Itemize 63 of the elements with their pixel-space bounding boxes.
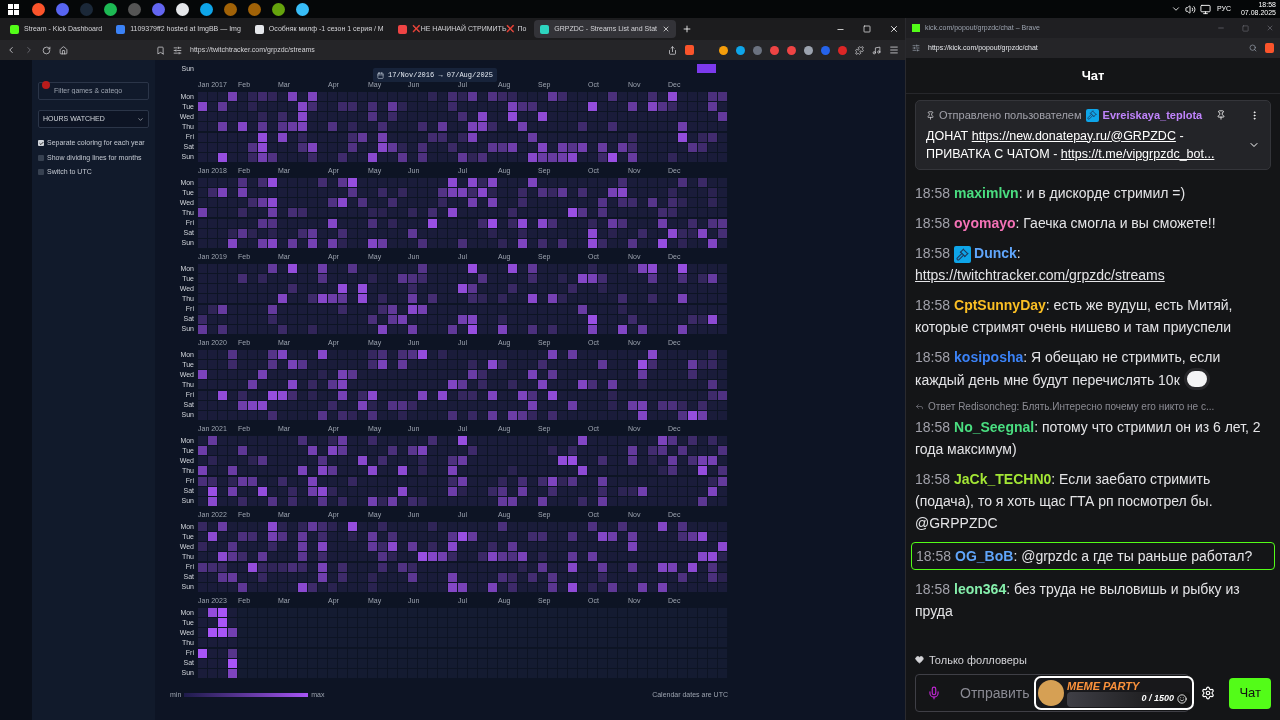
heart-icon [915, 655, 924, 665]
close-icon[interactable] [889, 24, 899, 34]
app-icon[interactable] [296, 2, 309, 16]
chevron-icon [137, 115, 144, 123]
chat-message: 18:58 JaCk_TECHN0: Если заебато стримить (подача), то я хоть щас ГТА рп посмотрел бы. @GRPPZDC [915, 469, 1214, 533]
chat-message: 18:58 kosiposha: Я обещаю не стримить, если каждый день мне будут перечислять 10к [915, 347, 1222, 391]
pinned-message[interactable]: Отправлено пользователем Evreiskaya_teplota ДОНАТ https://new.donatepay.ru/@GRPZDC - ПРИВАТКА С ЧАТОМ - https://t.me/vipgrpzdc_bot... [915, 100, 1271, 170]
reply-icon [915, 401, 924, 411]
followers-only-label: Только фолловеры [929, 652, 1027, 668]
app-icon[interactable] [32, 2, 45, 16]
send-button[interactable]: Чат [1229, 677, 1271, 709]
heatmap-drawing [697, 64, 716, 73]
home-icon[interactable] [59, 45, 68, 55]
app-icon[interactable] [272, 2, 285, 16]
chevron-icon[interactable] [1170, 4, 1181, 14]
pinned-text: ДОНАТ https://new.donatepay.ru/@GRPZDC - ПРИВАТКА С ЧАТОМ - https://t.me/vipgrpzdc_bot... [926, 127, 1216, 163]
chat-message: 18:58 Dunck: https://twitchtracker.com/grpzdc/streams [915, 241, 1271, 286]
music-icon[interactable] [872, 45, 881, 55]
pin-icon [926, 110, 935, 120]
username[interactable]: Evreiskaya_teplota [1102, 107, 1203, 124]
site-settings-icon[interactable] [173, 45, 182, 55]
app-icon[interactable] [176, 2, 189, 16]
start-icon[interactable] [8, 3, 19, 15]
app-icon[interactable] [200, 2, 213, 16]
back-icon[interactable] [6, 45, 16, 55]
message-link[interactable]: https://twitchtracker.com/grpzdc/streams [915, 263, 1165, 286]
emote-icon [1183, 367, 1210, 390]
moderator-badge-icon [954, 245, 972, 263]
chat-message: 18:58 No_Seegnal: потому что стримил он из 6 лет, 2 года максимум) [915, 417, 1262, 459]
menu-icon[interactable] [889, 45, 899, 55]
moderator-badge-icon [1085, 108, 1099, 122]
monitor-icon[interactable] [1199, 3, 1211, 15]
checkbox[interactable] [38, 140, 44, 147]
reload-icon[interactable] [42, 45, 51, 55]
app-icon[interactable] [104, 2, 117, 16]
volume-icon[interactable] [1184, 3, 1196, 15]
checkbox[interactable] [38, 169, 44, 176]
bookmark-icon[interactable] [156, 45, 165, 55]
checkbox[interactable] [38, 154, 44, 161]
settings-icon[interactable] [1201, 686, 1215, 700]
unpin-icon[interactable] [1216, 110, 1227, 121]
new-tab-icon[interactable] [682, 24, 693, 34]
zoom-icon[interactable] [1249, 44, 1257, 52]
microphone-icon[interactable] [927, 685, 941, 701]
chat-message: 18:58 maximlvn: и в дискорде стримил =) [915, 183, 1187, 203]
kick-logo-icon [912, 24, 920, 32]
reply-preview[interactable]: Ответ Redisoncheg: Блять.Интересно почему его никто не с... [928, 398, 1215, 414]
chat-message: 18:58 leon364: без труда не выловишь и рыбку из пруда [915, 579, 1241, 621]
chat-header: Чат [1081, 66, 1105, 85]
close-icon[interactable] [662, 25, 671, 33]
chat-message: 18:58 CptSunnyDay: есть же вудуш, есть Митяй, которые стримят очень нишево и там приуспели [915, 295, 1234, 337]
overlay-progress: 0 / 1500 [1141, 692, 1174, 706]
pinned-link[interactable]: https://t.me/vipgrpzdc_bot... [1060, 146, 1215, 161]
puzzle-icon[interactable] [855, 45, 864, 55]
pinned-link[interactable]: https://new.donatepay.ru/@GRPZDC [971, 128, 1176, 143]
chat-message: 18:58 OG_BoB: @grpzdc а где ты раньше работал? [916, 546, 1254, 566]
overlay-title: MEME PARTY [1067, 679, 1141, 692]
pinned-by-label: Отправлено пользователем [939, 108, 1082, 123]
chat-message: 18:58 oyomayo: Гаечка смогла и вы сможете!! [915, 213, 1217, 233]
emote-icon [1177, 694, 1187, 704]
share-icon[interactable] [668, 45, 677, 55]
meme-party-toast[interactable]: MEME PARTY 0 / 1500 [1034, 676, 1194, 710]
site-settings-icon[interactable] [912, 44, 920, 52]
